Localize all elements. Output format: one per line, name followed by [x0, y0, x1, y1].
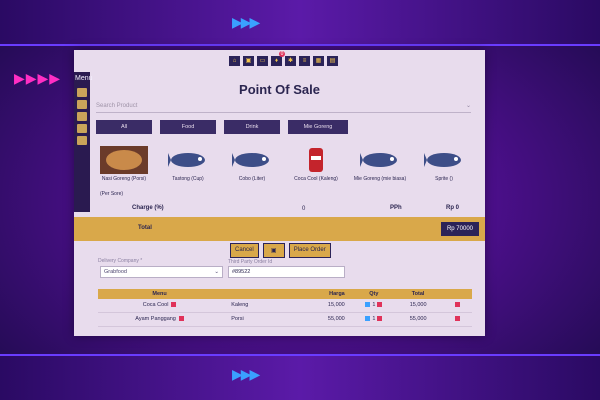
product-grid: Nasi Goreng (Porsi) Tastong (Cup) Cobo (… [96, 146, 472, 182]
list-icon[interactable]: ≡ [299, 56, 310, 66]
order-id-input[interactable]: #89522 [228, 266, 345, 278]
page-title: Point Of Sale [239, 82, 320, 97]
menu-item-icon[interactable] [77, 136, 87, 145]
fish-icon [416, 146, 472, 174]
charge-label: Charge (%) [132, 205, 164, 211]
charge-value: 0 [302, 206, 306, 212]
product-card[interactable]: Cobo (Liter) [224, 146, 280, 182]
row-delete [439, 299, 472, 312]
column-actions [439, 289, 472, 299]
toolbar: ⌂ ▣ ▭ ♦ 0 ✱ ≡ ▦ ▤ [229, 51, 338, 66]
table-row: Coca Cool Kaleng 15,000 1 15,000 [98, 299, 472, 313]
column-unit [221, 289, 300, 299]
tab-mie-goreng[interactable]: Mie Goreng [288, 120, 348, 134]
row-menu: Ayam Panggang [98, 313, 221, 326]
qty-plus-button[interactable] [377, 302, 383, 308]
charge-row: Charge (%) 0 PPh Rp 0 [74, 200, 485, 216]
row-delete [439, 313, 472, 326]
total-row: Total Rp 70000 [74, 217, 485, 241]
delivery-value: Grabfood [104, 269, 127, 275]
column-qty: Qty [369, 291, 379, 297]
pph-label: PPh [390, 205, 402, 211]
delivery-label: Delivery Company * [98, 258, 143, 264]
qty-value: 1 [372, 302, 376, 308]
decorative-arrows-icon: ▶▶▶▶ [14, 70, 62, 86]
row-menu: Coca Cool [98, 299, 221, 312]
category-tabs: All Food Drink Mie Goreng [96, 120, 348, 134]
row-price: 15,000 [327, 302, 345, 308]
glow-arrows-top: ▶▶▶ [232, 14, 260, 30]
qty-plus-button[interactable] [377, 316, 383, 322]
background-top-frame [0, 0, 600, 46]
table-row: Ayam Panggang Porsi 55,000 1 55,000 [98, 313, 472, 327]
order-table: Menu Harga Qty Total Coca Cool Kaleng 15… [98, 289, 472, 327]
product-name: Sprite () [435, 176, 453, 182]
monitor-icon[interactable]: ▭ [257, 56, 268, 66]
total-value: Rp 70000 [440, 222, 479, 236]
chevron-down-icon: ⌄ [465, 103, 471, 109]
fish-icon [160, 146, 216, 174]
fried-rice-icon [96, 146, 152, 174]
product-card[interactable]: Mie Goreng (mie biasa) [352, 146, 408, 182]
product-card[interactable]: Tastong (Cup) [160, 146, 216, 182]
cancel-button[interactable]: Cancel [230, 243, 259, 258]
row-menu-name: Ayam Panggang [135, 316, 176, 322]
edit-icon[interactable] [178, 316, 184, 322]
menu-item-icon[interactable] [77, 100, 87, 109]
product-name: Mie Goreng (mie biasa) [353, 176, 407, 182]
row-unit: Porsi [231, 316, 244, 322]
edit-icon[interactable] [171, 302, 177, 308]
delete-icon[interactable] [454, 316, 460, 322]
extras-label: (Per Sore) [100, 191, 124, 197]
table-header: Menu Harga Qty Total [98, 289, 472, 299]
place-order-button[interactable]: Place Order [288, 243, 331, 258]
product-card[interactable]: Coca Cool (Kaleng) [288, 146, 344, 182]
tab-all[interactable]: All [96, 120, 152, 134]
row-unit: Kaleng [231, 302, 249, 308]
product-name: Nasi Goreng (Porsi) [101, 176, 147, 182]
pph-value: Rp 0 [446, 205, 460, 211]
settings-icon[interactable]: ✱ [285, 56, 296, 66]
column-total: Total [411, 291, 425, 297]
row-total: 55,000 [409, 316, 427, 322]
bell-icon[interactable]: ♦ 0 [271, 51, 285, 66]
row-menu-name: Coca Cool [142, 302, 169, 308]
qty-value: 1 [372, 316, 376, 322]
lock-icon[interactable]: ▣ [243, 56, 254, 66]
row-price: 55,000 [327, 316, 345, 322]
total-label: Total [138, 225, 152, 231]
menu-item-icon[interactable] [77, 112, 87, 121]
home-icon[interactable]: ⌂ [229, 56, 240, 66]
menu-item-icon[interactable] [77, 124, 87, 133]
trash-icon[interactable]: ▤ [327, 56, 338, 66]
row-total: 15,000 [409, 302, 427, 308]
product-name: Cobo (Liter) [238, 176, 266, 182]
pos-window: Menu ⌂ ▣ ▭ ♦ 0 ✱ ≡ ▦ ▤ Point Of Sale Sear… [74, 50, 485, 336]
background-bottom-frame [0, 354, 600, 400]
row-qty: 1 [351, 299, 397, 312]
column-harga: Harga [329, 291, 345, 297]
chevron-down-icon: ⌄ [214, 269, 219, 275]
delivery-select[interactable]: Grabfood ⌄ [100, 266, 223, 278]
fish-icon [352, 146, 408, 174]
product-name: Coca Cool (Kaleng) [294, 176, 338, 182]
search-input[interactable]: Search Product ⌄ [96, 100, 471, 113]
tab-drink[interactable]: Drink [224, 120, 280, 134]
row-qty: 1 [351, 313, 397, 326]
product-card[interactable]: Nasi Goreng (Porsi) [96, 146, 152, 182]
grid-icon[interactable]: ▦ [313, 56, 324, 66]
search-placeholder: Search Product [96, 103, 138, 109]
product-card[interactable]: Sprite () [416, 146, 472, 182]
order-id-label: Third Party Order Id [228, 259, 273, 265]
column-menu: Menu [152, 291, 167, 297]
save-icon[interactable]: ▣ [262, 243, 285, 258]
glow-arrows-bottom: ▶▶▶ [232, 366, 260, 382]
fish-icon [224, 146, 280, 174]
soda-can-icon [288, 146, 344, 174]
action-buttons: Cancel ▣ Place Order [230, 243, 331, 258]
tab-food[interactable]: Food [160, 120, 216, 134]
product-name: Tastong (Cup) [172, 176, 204, 182]
delete-icon[interactable] [454, 302, 460, 308]
